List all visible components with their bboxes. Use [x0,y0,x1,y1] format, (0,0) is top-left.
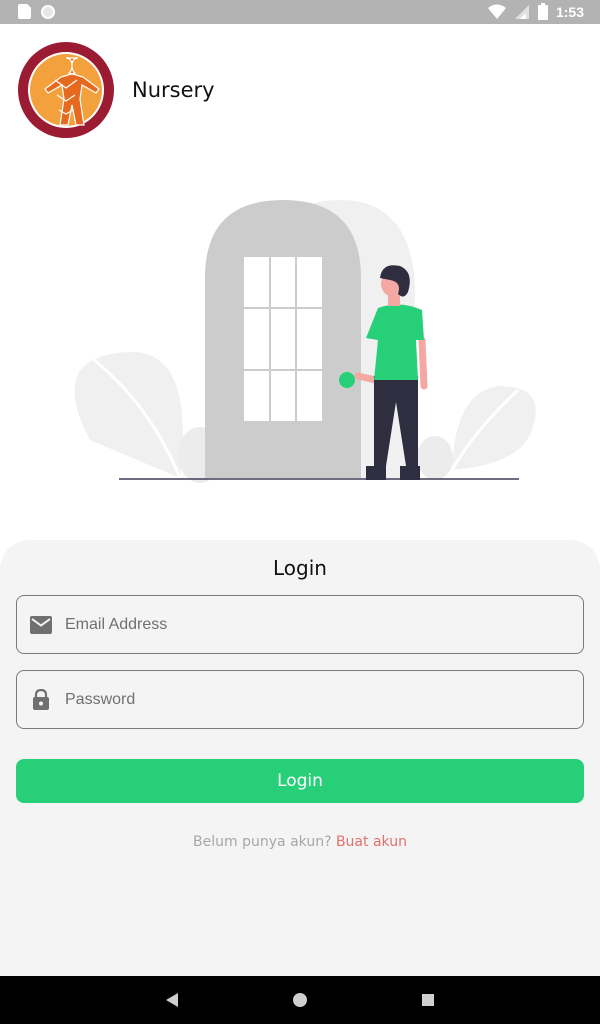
login-button[interactable]: Login [16,759,584,803]
app-header: Nursery [17,40,215,140]
status-right-icons: 1:53 [487,3,584,20]
app-title: Nursery [132,78,215,102]
battery-icon [537,3,548,20]
status-time: 1:53 [555,3,584,20]
notification-dot-icon [41,4,55,19]
password-field[interactable] [16,670,584,729]
email-input[interactable] [65,615,565,634]
status-bar: 1:53 [0,0,600,24]
signup-prompt: Belum punya akun? [193,834,332,850]
lock-icon [29,688,53,712]
navigation-bar [0,976,600,1024]
sim-card-icon [18,4,31,19]
home-icon[interactable] [290,990,310,1010]
login-title: Login [273,556,327,580]
password-input[interactable] [65,690,565,709]
login-card: Login Login Belum punya akun? Buat akun [0,540,600,976]
person-opening-door-illustration [74,200,536,483]
departemen-anatomi-logo-icon [18,42,114,138]
email-field[interactable] [16,595,584,654]
signal-icon [514,4,529,19]
recent-apps-icon[interactable] [418,990,438,1010]
wifi-icon [487,4,506,19]
mail-icon [29,613,53,637]
status-left-icons [18,4,55,19]
signup-row: Belum punya akun? Buat akun [0,834,600,850]
back-icon[interactable] [162,990,182,1010]
create-account-link[interactable]: Buat akun [336,834,407,850]
